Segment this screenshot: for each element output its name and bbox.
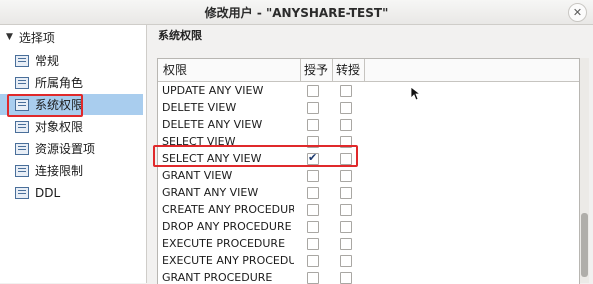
grant-checkbox[interactable]	[307, 204, 319, 216]
sidebar-item[interactable]: 资源设置项	[0, 138, 143, 159]
sidebar-item-label: 对象权限	[35, 120, 84, 134]
triangle-down-icon[interactable]: ▼	[6, 32, 13, 42]
privilege-name: DELETE VIEW	[162, 101, 237, 114]
transfer-checkbox[interactable]	[340, 85, 352, 97]
privilege-name: EXECUTE ANY PROCEDURE	[162, 254, 294, 267]
vertical-scrollbar[interactable]	[580, 58, 589, 283]
grant-checkbox[interactable]	[307, 102, 319, 114]
sidebar-item-label: 所属角色	[35, 76, 84, 90]
document-icon	[15, 54, 29, 67]
privilege-name: UPDATE ANY VIEW	[162, 84, 264, 97]
sidebar-item-label: 常规	[35, 54, 60, 68]
transfer-checkbox[interactable]	[340, 102, 352, 114]
sidebar-item-label: 资源设置项	[35, 142, 96, 156]
sidebar-item[interactable]: 对象权限	[0, 116, 143, 137]
table-row[interactable]: EXECUTE ANY PROCEDURE	[158, 252, 579, 269]
transfer-checkbox[interactable]	[340, 272, 352, 284]
close-icon: ✕	[572, 6, 583, 19]
table-row[interactable]: DROP ANY PROCEDURE	[158, 218, 579, 235]
transfer-checkbox[interactable]	[340, 187, 352, 199]
document-icon	[15, 186, 29, 199]
grant-checkbox[interactable]	[307, 85, 319, 97]
sidebar-item[interactable]: 所属角色	[0, 72, 143, 93]
transfer-checkbox[interactable]	[340, 238, 352, 250]
table-header: 权限 授予 转授	[158, 59, 579, 82]
scroll-thumb[interactable]	[581, 213, 588, 277]
grant-checkbox[interactable]	[307, 221, 319, 233]
grant-checkbox[interactable]	[307, 255, 319, 267]
close-button[interactable]: ✕	[568, 3, 587, 22]
section-title: 系统权限	[158, 29, 202, 42]
table-row[interactable]: DELETE VIEW	[158, 99, 579, 116]
sidebar-header-label: 选择项	[18, 30, 55, 45]
privilege-name: EXECUTE PROCEDURE	[162, 237, 286, 250]
document-icon	[15, 76, 29, 89]
table-row[interactable]: GRANT VIEW	[158, 167, 579, 184]
mouse-pointer-icon	[410, 86, 420, 101]
document-icon	[15, 120, 29, 133]
transfer-checkbox[interactable]	[340, 221, 352, 233]
table-row[interactable]: GRANT ANY VIEW	[158, 184, 579, 201]
privilege-name: GRANT VIEW	[162, 169, 233, 182]
sidebar-item[interactable]: DDL	[0, 182, 143, 203]
table-row[interactable]: EXECUTE PROCEDURE	[158, 235, 579, 252]
privilege-name: DELETE ANY VIEW	[162, 118, 263, 131]
sidebar-item[interactable]: 常规	[0, 50, 143, 71]
document-icon	[15, 164, 29, 177]
column-header-transfer[interactable]: 转授	[332, 59, 365, 81]
privilege-name: DROP ANY PROCEDURE	[162, 220, 292, 233]
sidebar-item[interactable]: 系统权限	[0, 94, 143, 117]
sidebar-item-label: DDL	[35, 185, 61, 200]
table-row[interactable]: DELETE ANY VIEW	[158, 116, 579, 133]
table-row[interactable]: GRANT PROCEDURE	[158, 269, 579, 284]
column-header-grant[interactable]: 授予	[300, 59, 333, 81]
sidebar-item-label: 系统权限	[35, 98, 84, 112]
document-icon	[15, 142, 29, 155]
table-row[interactable]: CREATE ANY PROCEDURE	[158, 201, 579, 218]
transfer-checkbox[interactable]	[340, 170, 352, 182]
sidebar-item[interactable]: 连接限制	[0, 160, 143, 181]
privilege-name: GRANT PROCEDURE	[162, 271, 273, 284]
highlight-box	[153, 145, 358, 167]
sidebar-header[interactable]: ▼ 选择项	[6, 28, 55, 46]
window-title: 修改用户 - "ANYSHARE-TEST"	[204, 6, 389, 20]
grant-checkbox[interactable]	[307, 238, 319, 250]
privilege-name: CREATE ANY PROCEDURE	[162, 203, 294, 216]
transfer-checkbox[interactable]	[340, 204, 352, 216]
grant-checkbox[interactable]	[307, 187, 319, 199]
sidebar-item-label: 连接限制	[35, 164, 84, 178]
table-row[interactable]: UPDATE ANY VIEW	[158, 82, 579, 99]
grant-checkbox[interactable]	[307, 272, 319, 284]
grant-checkbox[interactable]	[307, 119, 319, 131]
privilege-table: 权限 授予 转授 UPDATE ANY VIEW DELETE VIEW DELET…	[157, 58, 580, 284]
column-header-privilege[interactable]: 权限	[163, 59, 187, 81]
sidebar: ▼ 选择项 常规所属角色系统权限对象权限资源设置项连接限制 DDL	[0, 25, 147, 283]
transfer-checkbox[interactable]	[340, 119, 352, 131]
transfer-checkbox[interactable]	[340, 255, 352, 267]
privilege-name: GRANT ANY VIEW	[162, 186, 259, 199]
document-icon	[15, 98, 29, 111]
window-titlebar: 修改用户 - "ANYSHARE-TEST" ✕	[0, 0, 593, 25]
grant-checkbox[interactable]	[307, 170, 319, 182]
